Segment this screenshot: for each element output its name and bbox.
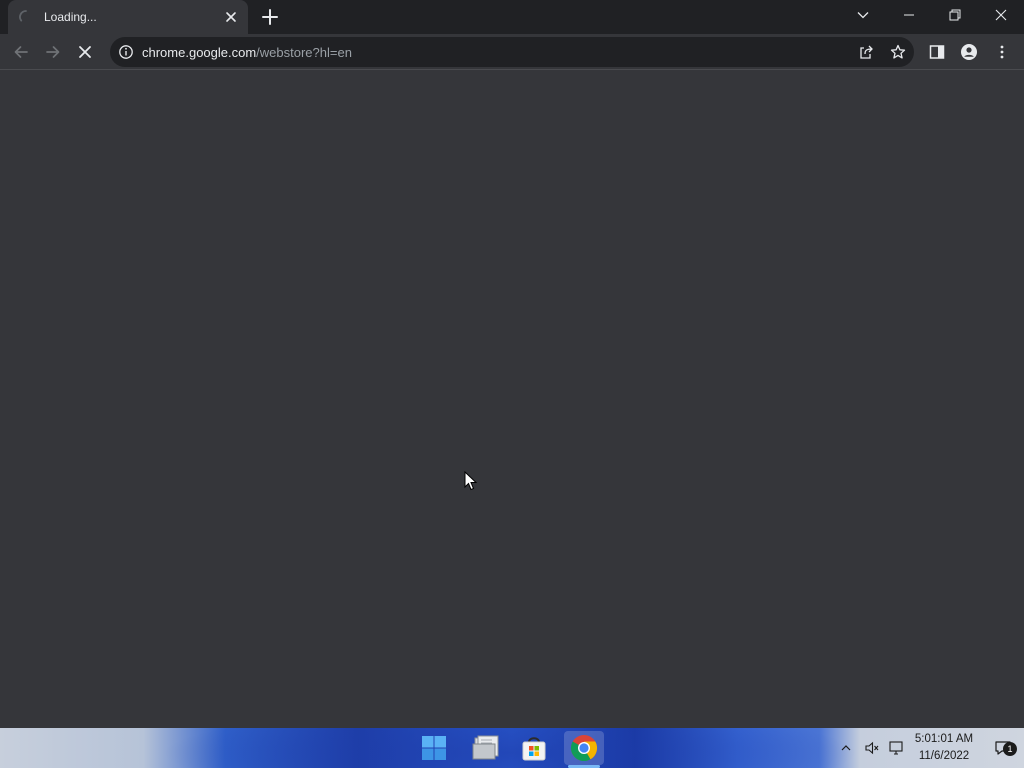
file-explorer-icon [472, 735, 499, 760]
chevron-up-icon [841, 745, 851, 751]
star-icon [890, 44, 906, 59]
show-hidden-icons-button[interactable] [836, 728, 856, 768]
stop-icon [79, 46, 91, 58]
share-icon [860, 45, 873, 59]
profile-button[interactable] [954, 37, 984, 67]
back-arrow-icon [14, 46, 28, 58]
restore-button[interactable] [932, 0, 978, 30]
profile-icon [961, 44, 977, 60]
tab-search-button[interactable] [840, 0, 886, 30]
volume-muted-icon [865, 741, 879, 755]
chrome-taskbar-button[interactable] [564, 731, 604, 765]
forward-button[interactable] [38, 37, 68, 67]
side-panel-button[interactable] [922, 37, 952, 67]
file-explorer-button[interactable] [466, 731, 506, 765]
side-panel-icon [929, 45, 945, 59]
network-icon [889, 741, 903, 755]
bookmark-button[interactable] [888, 42, 908, 62]
loading-spinner-icon [19, 10, 27, 22]
start-button[interactable] [414, 731, 454, 765]
chevron-down-icon [857, 12, 869, 19]
clock-time: 5:01:01 AM [914, 733, 974, 745]
address-bar[interactable]: chrome.google.com/webstore?hl=en [110, 37, 914, 67]
tab-strip: Loading... [0, 0, 1024, 34]
url-text[interactable]: chrome.google.com/webstore?hl=en [142, 45, 352, 60]
close-icon [995, 9, 1007, 21]
restore-icon [949, 9, 961, 21]
minimize-button[interactable] [886, 0, 932, 30]
stop-loading-button[interactable] [70, 37, 100, 67]
url-host: chrome.google.com [142, 45, 257, 60]
browser-tab[interactable]: Loading... [8, 0, 248, 34]
back-button[interactable] [6, 37, 36, 67]
microsoft-store-button[interactable] [514, 731, 554, 765]
page-content[interactable] [0, 70, 1024, 728]
notification-count-badge: 1 [1003, 742, 1017, 756]
taskbar: 5:01:01 AM 11/6/2022 1 [0, 728, 1024, 768]
windows-logo-icon [422, 736, 446, 760]
network-button[interactable] [884, 728, 908, 768]
close-window-button[interactable] [978, 0, 1024, 30]
new-tab-icon[interactable] [258, 5, 282, 29]
menu-button[interactable] [987, 37, 1017, 67]
volume-button[interactable] [860, 728, 884, 768]
chrome-icon [570, 735, 598, 762]
clock-date: 11/6/2022 [918, 750, 970, 762]
tab-title: Loading... [44, 10, 97, 24]
close-tab-icon[interactable] [222, 8, 240, 26]
microsoft-store-icon [522, 737, 546, 761]
url-path: /webstore?hl=en [256, 45, 352, 60]
browser-window: Loading... chrome.google.com/webstore?hl… [0, 0, 1024, 728]
browser-toolbar: chrome.google.com/webstore?hl=en [0, 34, 1024, 70]
site-info-icon[interactable] [118, 44, 134, 60]
wallpaper-swirl [160, 728, 860, 768]
share-button[interactable] [856, 42, 876, 62]
more-vertical-icon [1000, 45, 1004, 59]
forward-arrow-icon [46, 46, 60, 58]
taskbar-clock[interactable]: 5:01:01 AM 11/6/2022 [906, 731, 982, 765]
minimize-icon [904, 14, 914, 16]
mouse-cursor-icon [464, 471, 478, 491]
